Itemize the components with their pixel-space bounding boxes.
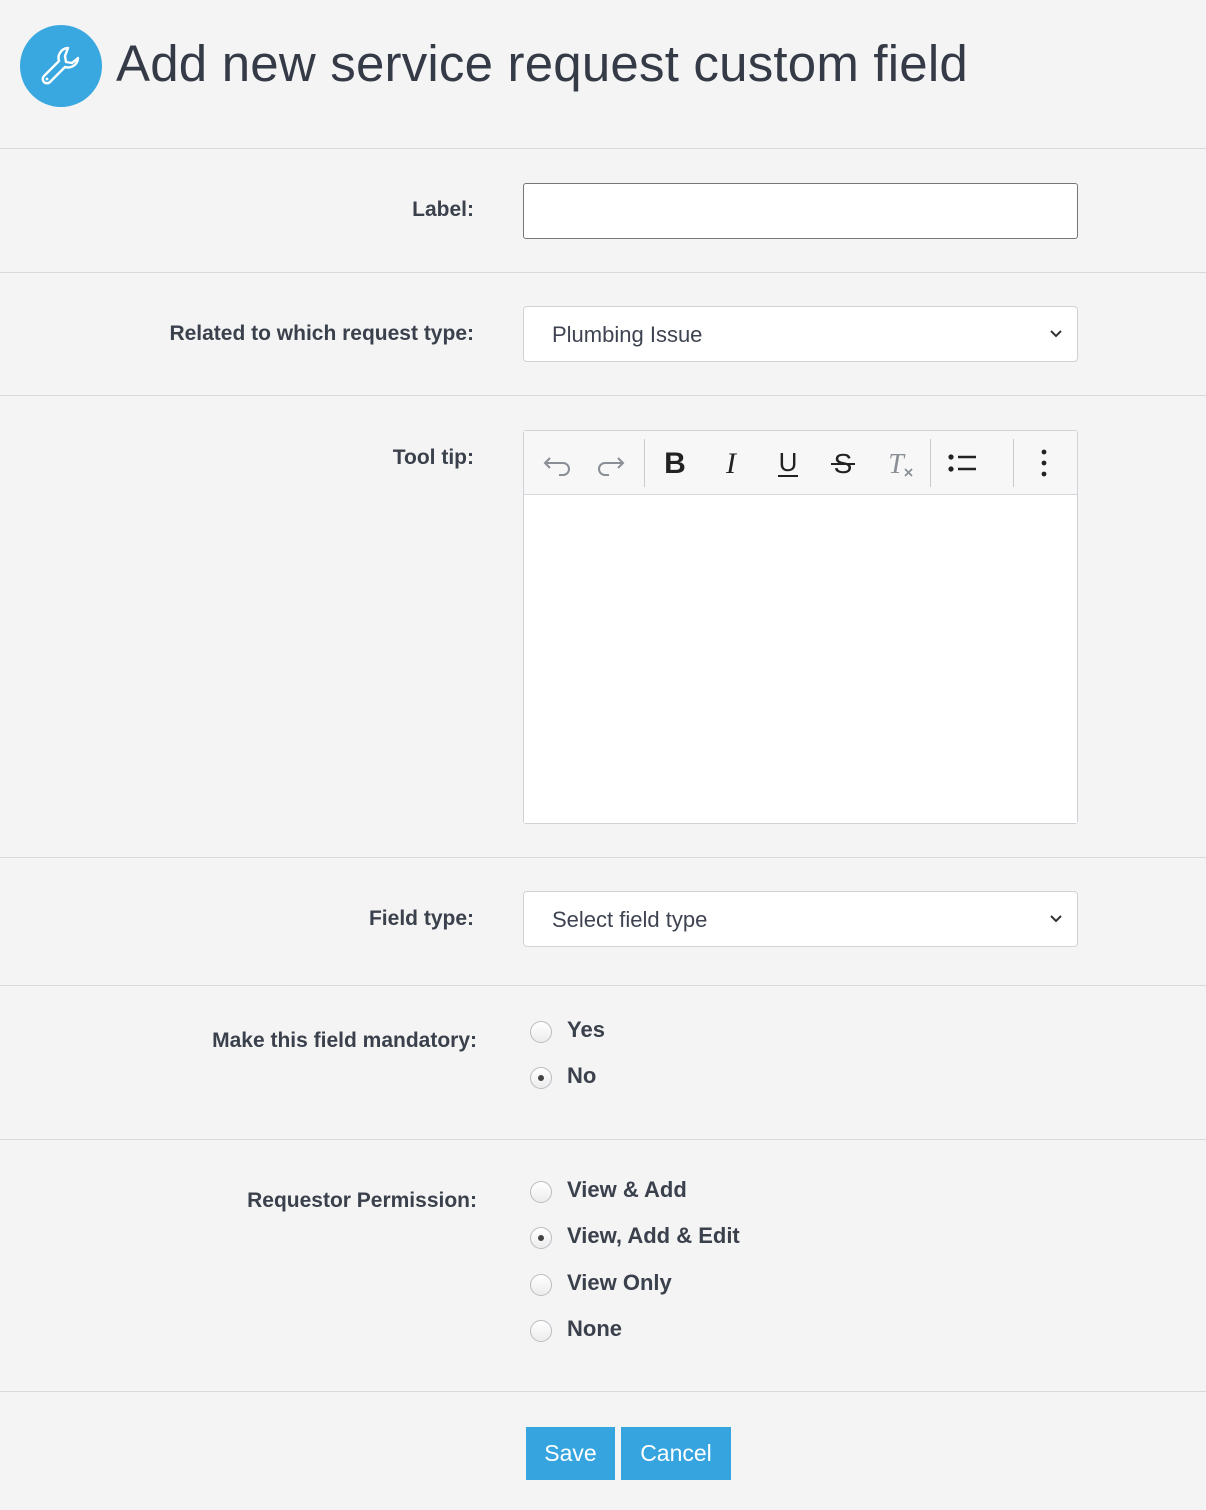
tooltip-content-area[interactable] — [524, 496, 1077, 823]
radio-button[interactable] — [530, 1320, 552, 1342]
bold-icon[interactable]: B — [657, 445, 693, 481]
cancel-button[interactable]: Cancel — [621, 1427, 731, 1480]
label-input[interactable] — [523, 183, 1078, 239]
more-options-icon[interactable] — [1026, 445, 1062, 481]
divider — [0, 395, 1206, 396]
chevron-down-icon — [1050, 330, 1062, 338]
chevron-down-icon — [1050, 915, 1062, 923]
tooltip-label: Tool tip: — [392, 446, 474, 469]
toolbar-separator — [644, 439, 645, 487]
underline-icon[interactable]: U — [770, 445, 806, 481]
radio-button[interactable] — [530, 1067, 552, 1089]
radio-label: View, Add & Edit — [567, 1223, 740, 1248]
requestor-permission-label: Requestor Permission: — [247, 1189, 477, 1212]
svg-text:T: T — [888, 449, 906, 480]
divider — [0, 985, 1206, 986]
toolbar-separator — [1013, 439, 1014, 487]
strikethrough-icon[interactable]: S — [825, 445, 861, 481]
radio-button[interactable] — [530, 1274, 552, 1296]
field-type-select[interactable]: Select field type — [523, 891, 1078, 947]
page-header: Add new service request custom field — [0, 0, 1206, 148]
field-type-label: Field type: — [368, 907, 474, 930]
radio-button[interactable] — [530, 1021, 552, 1043]
radio-button[interactable] — [530, 1227, 552, 1249]
divider — [0, 1391, 1206, 1392]
svg-text:U: U — [779, 447, 798, 477]
radio-label: No — [567, 1063, 597, 1088]
radio-label: View & Add — [567, 1177, 687, 1202]
radio-label: Yes — [567, 1017, 605, 1042]
svg-text:I: I — [725, 447, 738, 480]
mandatory-label: Make this field mandatory: — [212, 1029, 477, 1052]
editor-toolbar: B I U S T — [524, 431, 1077, 495]
bulleted-list-icon[interactable] — [944, 445, 980, 481]
clear-formatting-icon[interactable]: T — [881, 445, 917, 481]
svg-text:B: B — [664, 447, 686, 480]
wrench-icon — [20, 25, 102, 107]
request-type-selected: Plumbing Issue — [552, 322, 703, 347]
label-field-label: Label: — [412, 198, 474, 221]
radio-label: View Only — [567, 1270, 672, 1295]
toolbar-separator — [930, 439, 931, 487]
divider — [0, 148, 1206, 149]
divider — [0, 272, 1206, 273]
radio-button[interactable] — [530, 1181, 552, 1203]
field-type-selected: Select field type — [552, 907, 708, 932]
tooltip-editor: B I U S T — [523, 430, 1078, 824]
save-button[interactable]: Save — [526, 1427, 615, 1480]
undo-icon[interactable] — [539, 445, 575, 481]
request-type-select[interactable]: Plumbing Issue — [523, 306, 1078, 362]
request-type-label: Related to which request type: — [169, 322, 474, 345]
divider — [0, 857, 1206, 858]
divider — [0, 1139, 1206, 1140]
page-title: Add new service request custom field — [116, 35, 968, 92]
redo-icon[interactable] — [593, 445, 629, 481]
radio-label: None — [567, 1316, 622, 1341]
italic-icon[interactable]: I — [713, 445, 749, 481]
